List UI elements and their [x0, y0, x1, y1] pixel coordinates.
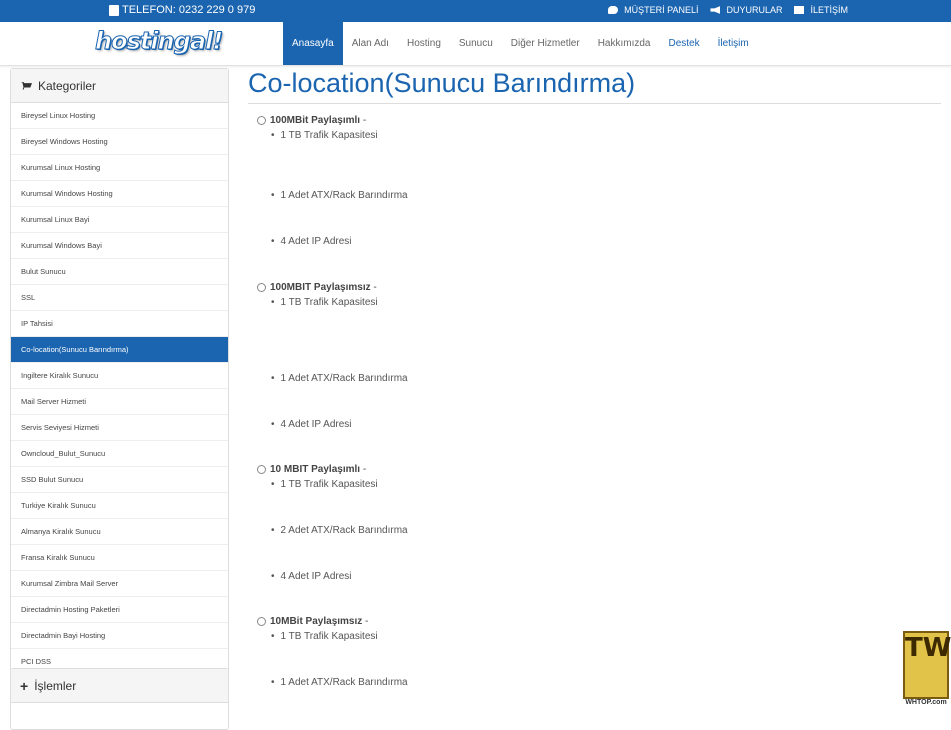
- sidebar-item[interactable]: Kurumsal Windows Bayi: [11, 233, 228, 259]
- product-option[interactable]: 10MBit Paylaşımsız -: [257, 616, 368, 627]
- product-suffix: -: [362, 616, 369, 627]
- product-option[interactable]: 100MBIT Paylaşımsız -: [257, 282, 377, 293]
- product-feature: 1 Adet ATX/Rack Barındırma: [271, 373, 408, 384]
- categories-title: Kategoriler: [38, 78, 97, 93]
- customer-panel-link[interactable]: MÜŞTERİ PANELİ: [608, 5, 698, 15]
- categories-list: Bireysel Linux Hosting Bireysel Windows H…: [11, 103, 228, 675]
- nav-about[interactable]: Hakkımızda: [589, 22, 660, 65]
- nav-server[interactable]: Sunucu: [450, 22, 502, 65]
- top-bar: TELEFON: 0232 229 0 979 MÜŞTERİ PANELİ D…: [0, 0, 951, 22]
- customer-panel-label: MÜŞTERİ PANELİ: [624, 5, 699, 15]
- product-feature: 2 Adet ATX/Rack Barındırma: [271, 525, 408, 536]
- envelope-icon: [794, 6, 805, 14]
- product-feature: 1 TB Trafik Kapasitesi: [271, 631, 378, 642]
- sidebar-item[interactable]: Turkiye Kiralık Sunucu: [11, 493, 228, 519]
- phone-info: TELEFON: 0232 229 0 979: [109, 4, 255, 16]
- product-feature: 1 Adet ATX/Rack Barındırma: [271, 190, 408, 201]
- watermark-logo: TW: [903, 631, 951, 699]
- page-title: Co-location(Sunucu Barındırma): [248, 68, 636, 98]
- product-feature: 1 TB Trafik Kapasitesi: [271, 297, 378, 308]
- product-radio[interactable]: [257, 616, 266, 626]
- product-name: 100MBIT Paylaşımsız: [270, 282, 371, 293]
- product-name: 100MBit Paylaşımlı: [270, 115, 361, 126]
- actions-panel: + İşlemler: [10, 668, 229, 730]
- announcements-label: DUYURULAR: [726, 5, 783, 15]
- product-radio[interactable]: [257, 282, 266, 292]
- title-divider: [248, 103, 941, 104]
- contact-top-link[interactable]: İLETİŞİM: [794, 5, 848, 15]
- actions-title: İşlemler: [34, 678, 77, 693]
- sidebar-item[interactable]: SSL: [11, 285, 228, 311]
- sidebar-item[interactable]: IP Tahsisi: [11, 311, 228, 337]
- cart-icon: [21, 81, 32, 90]
- product-option[interactable]: 100MBit Paylaşımlı -: [257, 115, 366, 126]
- product-feature: 4 Adet IP Adresi: [271, 419, 352, 430]
- top-links: MÜŞTERİ PANELİ DUYURULAR İLETİŞİM: [596, 5, 848, 15]
- main-navbar: hostingal! Anasayfa Alan Adı Hosting Sun…: [0, 22, 951, 66]
- chat-icon: [608, 6, 619, 14]
- main-menu: Anasayfa Alan Adı Hosting Sunucu Diğer H…: [283, 22, 758, 65]
- sidebar-item[interactable]: Ingiltere Kiralık Sunucu: [11, 363, 228, 389]
- product-name: 10MBit Paylaşımsız: [270, 616, 363, 627]
- product-radio[interactable]: [257, 464, 266, 474]
- phone-text: TELEFON: 0232 229 0 979: [122, 4, 256, 16]
- nav-home[interactable]: Anasayfa: [283, 22, 343, 65]
- sidebar-item[interactable]: Fransa Kiralık Sunucu: [11, 545, 228, 571]
- actions-header: + İşlemler: [11, 669, 228, 703]
- sidebar-item[interactable]: Bireysel Linux Hosting: [11, 103, 228, 129]
- nav-domain[interactable]: Alan Adı: [343, 22, 398, 65]
- sidebar-item[interactable]: Kurumsal Windows Hosting: [11, 181, 228, 207]
- sidebar-item[interactable]: Servis Seviyesi Hizmeti: [11, 415, 228, 441]
- product-feature: 4 Adet IP Adresi: [271, 571, 352, 582]
- sidebar-item[interactable]: Directadmin Bayi Hosting: [11, 623, 228, 649]
- nav-hosting[interactable]: Hosting: [398, 22, 450, 65]
- product-suffix: -: [370, 282, 377, 293]
- nav-support[interactable]: Destek: [660, 22, 709, 65]
- announcements-link[interactable]: DUYURULAR: [710, 5, 782, 15]
- product-suffix: -: [360, 115, 367, 126]
- contact-top-label: İLETİŞİM: [810, 5, 848, 15]
- product-feature: 1 TB Trafik Kapasitesi: [271, 130, 378, 141]
- sidebar-item[interactable]: Bulut Sunucu: [11, 259, 228, 285]
- nav-other-services[interactable]: Diğer Hizmetler: [502, 22, 589, 65]
- categories-header: Kategoriler: [11, 69, 228, 103]
- sidebar-item[interactable]: SSD Bulut Sunucu: [11, 467, 228, 493]
- product-feature: 4 Adet IP Adresi: [271, 236, 352, 247]
- nav-contact[interactable]: İletişim: [709, 22, 758, 65]
- product-name: 10 MBIT Paylaşımlı: [270, 464, 361, 475]
- product-option[interactable]: 10 MBIT Paylaşımlı -: [257, 464, 366, 475]
- sidebar-item[interactable]: Almanya Kiralık Sunucu: [11, 519, 228, 545]
- sidebar-item[interactable]: Kurumsal Linux Bayi: [11, 207, 228, 233]
- phone-icon: [109, 4, 119, 16]
- site-logo[interactable]: hostingal!: [94, 27, 223, 56]
- plus-icon: +: [20, 677, 29, 694]
- sidebar-item[interactable]: Directadmin Hosting Paketleri: [11, 597, 228, 623]
- sidebar-item[interactable]: Bireysel Windows Hosting: [11, 129, 228, 155]
- sidebar-item[interactable]: Kurumsal Zimbra Mail Server: [11, 571, 228, 597]
- product-feature: 1 Adet ATX/Rack Barındırma: [271, 677, 408, 688]
- sidebar-item[interactable]: Owncloud_Bulut_Sunucu: [11, 441, 228, 467]
- megaphone-icon: [710, 6, 721, 14]
- product-suffix: -: [360, 464, 367, 475]
- watermark-caption: WHTOP.com: [905, 699, 947, 706]
- sidebar-item[interactable]: Mail Server Hizmeti: [11, 389, 228, 415]
- sidebar-item[interactable]: Kurumsal Linux Hosting: [11, 155, 228, 181]
- sidebar-item[interactable]: Co-location(Sunucu Barındırma): [11, 337, 228, 363]
- whtop-watermark: TW WHTOP.com: [903, 631, 951, 711]
- product-radio[interactable]: [257, 115, 266, 125]
- product-feature: 1 TB Trafik Kapasitesi: [271, 479, 378, 490]
- categories-panel: Kategoriler Bireysel Linux Hosting Bireys…: [10, 68, 229, 676]
